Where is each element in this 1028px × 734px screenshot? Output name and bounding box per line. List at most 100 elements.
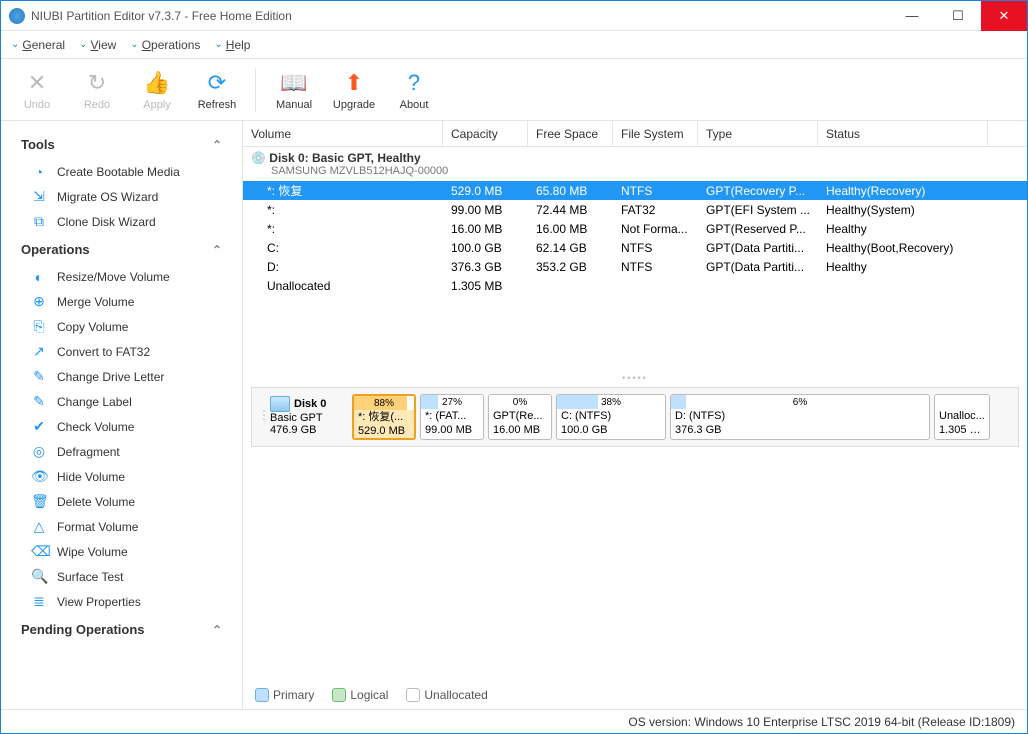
chevron-down-icon: ⌄ (130, 39, 138, 50)
item-icon: ✎ (31, 368, 47, 385)
legend-unallocated: Unallocated (406, 688, 487, 703)
sidebar-item-defragment[interactable]: ◎Defragment (1, 439, 242, 464)
minimize-button[interactable]: — (889, 1, 935, 31)
col-filesystem[interactable]: File System (613, 121, 698, 146)
chevron-down-icon: ⌄ (214, 39, 222, 50)
sidebar-section-tools[interactable]: Tools⌃ (1, 129, 242, 160)
item-icon: 🗑 (31, 493, 47, 510)
sidebar-item-create-bootable-media[interactable]: ◔Create Bootable Media (1, 160, 242, 184)
sidebar-item-resize-move-volume[interactable]: ◐Resize/Move Volume (1, 265, 242, 289)
disk-map: ⋮ Disk 0 Basic GPT 476.9 GB 88%*: 恢复(...… (251, 387, 1019, 447)
menu-view[interactable]: ⌄View (79, 38, 116, 52)
menu-operations[interactable]: ⌄Operations (130, 38, 200, 52)
sidebar-section-pending-operations[interactable]: Pending Operations⌃ (1, 614, 242, 645)
partition-row[interactable]: *: 恢复529.0 MB65.80 MBNTFSGPT(Recovery P.… (243, 181, 1027, 200)
apply-button: 👍Apply (135, 69, 179, 111)
legend-logical: Logical (332, 688, 388, 703)
col-capacity[interactable]: Capacity (443, 121, 528, 146)
item-icon: ◎ (31, 443, 47, 460)
refresh-icon: ⟳ (203, 69, 231, 97)
statusbar: OS version: Windows 10 Enterprise LTSC 2… (1, 709, 1027, 733)
legend: Primary Logical Unallocated (243, 681, 1027, 709)
col-free[interactable]: Free Space (528, 121, 613, 146)
item-icon: ⧉ (31, 213, 47, 230)
chevron-up-icon: ⌃ (212, 623, 222, 637)
sidebar-item-change-label[interactable]: ✎Change Label (1, 389, 242, 414)
menu-help[interactable]: ⌄Help (214, 38, 250, 52)
redo-icon: ↻ (83, 69, 111, 97)
maximize-button[interactable]: ☐ (935, 1, 981, 31)
upgrade-icon: ⬆ (340, 69, 368, 97)
item-icon: ⇲ (31, 188, 47, 205)
sidebar-item-check-volume[interactable]: ✔Check Volume (1, 414, 242, 439)
disk-icon (270, 396, 290, 412)
apply-icon: 👍 (143, 69, 171, 97)
sidebar-item-view-properties[interactable]: ≣View Properties (1, 589, 242, 614)
diskmap-partition[interactable]: 27%*: (FAT...99.00 MB (420, 394, 484, 440)
partition-row[interactable]: *:16.00 MB16.00 MBNot Forma...GPT(Reserv… (243, 219, 1027, 238)
item-icon: ⌫ (31, 543, 47, 560)
col-status[interactable]: Status (818, 121, 988, 146)
status-text: OS version: Windows 10 Enterprise LTSC 2… (628, 715, 1015, 729)
sidebar-item-surface-test[interactable]: 🔍Surface Test (1, 564, 242, 589)
about-button[interactable]: ?About (392, 69, 436, 111)
sidebar-item-format-volume[interactable]: △Format Volume (1, 514, 242, 539)
partition-row[interactable]: D:376.3 GB353.2 GBNTFSGPT(Data Partiti..… (243, 257, 1027, 276)
chevron-down-icon: ⌄ (11, 39, 19, 50)
item-icon: △ (31, 518, 47, 535)
toolbar-separator (255, 68, 256, 112)
diskmap-partition[interactable]: 88%*: 恢复(...529.0 MB (352, 394, 416, 440)
diskmap-partition[interactable]: Unalloc...1.305 MB (934, 394, 990, 440)
diskmap-partition[interactable]: 0%GPT(Re...16.00 MB (488, 394, 552, 440)
splitter[interactable]: ••••• (243, 373, 1027, 383)
item-icon: ◐ (31, 269, 47, 285)
col-volume[interactable]: Volume (243, 121, 443, 146)
undo-icon: ✕ (23, 69, 51, 97)
disk-name: Disk 0: Basic GPT, Healthy (269, 151, 420, 165)
item-icon: ⎘ (31, 318, 47, 335)
item-icon: ≣ (31, 593, 47, 610)
upgrade-button[interactable]: ⬆Upgrade (332, 69, 376, 111)
legend-primary: Primary (255, 688, 314, 703)
partition-row[interactable]: *:99.00 MB72.44 MBFAT32GPT(EFI System ..… (243, 200, 1027, 219)
sidebar-item-change-drive-letter[interactable]: ✎Change Drive Letter (1, 364, 242, 389)
sidebar-item-hide-volume[interactable]: 👁Hide Volume (1, 464, 242, 489)
table-header: Volume Capacity Free Space File System T… (243, 121, 1027, 147)
sidebar-section-operations[interactable]: Operations⌃ (1, 234, 242, 265)
refresh-button[interactable]: ⟳Refresh (195, 69, 239, 111)
sidebar-item-clone-disk-wizard[interactable]: ⧉Clone Disk Wizard (1, 209, 242, 234)
diskmap-handle-icon[interactable]: ⋮ (258, 394, 266, 422)
chevron-up-icon: ⌃ (212, 138, 222, 152)
main: Tools⌃◔Create Bootable Media⇲Migrate OS … (1, 121, 1027, 709)
sidebar-item-copy-volume[interactable]: ⎘Copy Volume (1, 314, 242, 339)
sidebar-item-wipe-volume[interactable]: ⌫Wipe Volume (1, 539, 242, 564)
item-icon: ↗ (31, 343, 47, 360)
col-type[interactable]: Type (698, 121, 818, 146)
sidebar-item-migrate-os-wizard[interactable]: ⇲Migrate OS Wizard (1, 184, 242, 209)
diskmap-partition[interactable]: 38%C: (NTFS)100.0 GB (556, 394, 666, 440)
undo-button: ✕Undo (15, 69, 59, 111)
content: Volume Capacity Free Space File System T… (243, 121, 1027, 709)
chevron-down-icon: ⌄ (79, 39, 87, 50)
manual-icon: 📖 (280, 69, 308, 97)
partition-row[interactable]: Unallocated1.305 MB (243, 276, 1027, 295)
titlebar: NIUBI Partition Editor v7.3.7 - Free Hom… (1, 1, 1027, 31)
item-icon: ⊕ (31, 293, 47, 310)
app-logo-icon (9, 8, 25, 24)
partition-row[interactable]: C:100.0 GB62.14 GBNTFSGPT(Data Partiti..… (243, 238, 1027, 257)
diskmap-partition[interactable]: 6%D: (NTFS)376.3 GB (670, 394, 930, 440)
chevron-up-icon: ⌃ (212, 243, 222, 257)
disk-model: SAMSUNG MZVLB512HAJQ-00000 (251, 165, 1019, 177)
table-body: 💿 Disk 0: Basic GPT, Healthy SAMSUNG MZV… (243, 147, 1027, 373)
disk-row[interactable]: 💿 Disk 0: Basic GPT, Healthy SAMSUNG MZV… (243, 147, 1027, 181)
menubar: ⌄General ⌄View ⌄Operations ⌄Help (1, 31, 1027, 59)
item-icon: ✎ (31, 393, 47, 410)
toolbar: ✕Undo↻Redo👍Apply⟳Refresh📖Manual⬆Upgrade?… (1, 59, 1027, 121)
menu-general[interactable]: ⌄General (11, 38, 65, 52)
manual-button[interactable]: 📖Manual (272, 69, 316, 111)
diskmap-label[interactable]: Disk 0 Basic GPT 476.9 GB (270, 394, 348, 436)
sidebar-item-merge-volume[interactable]: ⊕Merge Volume (1, 289, 242, 314)
close-button[interactable]: ✕ (981, 1, 1027, 31)
sidebar-item-convert-to-fat32[interactable]: ↗Convert to FAT32 (1, 339, 242, 364)
sidebar-item-delete-volume[interactable]: 🗑Delete Volume (1, 489, 242, 514)
